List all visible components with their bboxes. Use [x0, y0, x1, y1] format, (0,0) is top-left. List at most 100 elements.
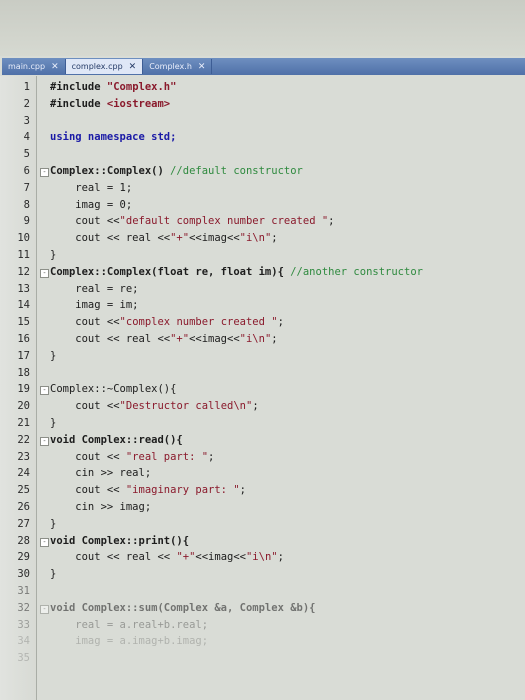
line-number: 6 — [23, 165, 30, 177]
code-line[interactable]: 29 cout << real << "+"<<imag<<"i\n"; — [0, 551, 525, 564]
code-token: } — [50, 349, 57, 362]
line-number: 10 — [17, 232, 30, 245]
line-number: 7 — [23, 181, 30, 194]
code-text: cout << real <<"+"<<imag<<"i\n"; — [50, 232, 278, 245]
code-token: cout << real << — [50, 232, 171, 245]
code-line[interactable]: 7 real = 1; — [0, 182, 525, 195]
line-number: 31 — [17, 585, 30, 597]
code-line[interactable]: 9 cout <<"default complex number created… — [0, 215, 525, 228]
code-line[interactable]: 33 real = a.real+b.real; — [0, 619, 525, 632]
code-line[interactable]: 28- void Complex::print(){ — [0, 535, 525, 548]
line-number: 34 — [17, 635, 30, 648]
code-token: ; — [271, 333, 278, 345]
code-text: cin >> imag; — [50, 501, 151, 514]
line-number: 27 — [17, 517, 30, 530]
code-line[interactable]: 30} — [0, 568, 525, 581]
code-line[interactable]: 19- Complex::~Complex(){ — [0, 383, 525, 396]
code-line[interactable]: 15 cout <<"complex number created "; — [0, 316, 525, 329]
code-text: } — [50, 518, 56, 531]
close-icon[interactable]: ✕ — [198, 62, 206, 72]
code-token: "Destructor called\n" — [119, 400, 253, 413]
code-text: cout << real <<"+"<<imag<<"i\n"; — [50, 333, 278, 346]
fold-toggle-icon[interactable]: - — [40, 537, 49, 547]
code-token: imag = im; — [50, 299, 139, 312]
line-number: 13 — [17, 282, 30, 295]
close-icon[interactable]: ✕ — [51, 62, 59, 72]
code-line[interactable]: 1 #include "Complex.h" — [0, 81, 525, 94]
code-line[interactable]: 31 — [0, 585, 525, 598]
code-line[interactable]: 18 — [0, 367, 525, 380]
code-line[interactable]: 27} — [0, 518, 525, 531]
code-text: } — [50, 417, 56, 430]
tab-main-cpp[interactable]: main.cpp ✕ — [2, 59, 66, 74]
code-line[interactable]: 12- Complex::Complex(float re, float im){… — [0, 266, 525, 279]
code-token: #include — [50, 97, 107, 110]
code-line[interactable]: 5 — [0, 148, 525, 161]
code-text: } — [50, 350, 56, 363]
code-token: "Complex.h" — [106, 81, 177, 93]
code-token: } — [50, 517, 57, 530]
line-number: 19 — [17, 383, 30, 396]
code-token: Complex::Complex() — [50, 165, 171, 177]
code-line[interactable]: 23 cout << "real part: "; — [0, 451, 525, 464]
line-number: 3 — [23, 114, 30, 127]
code-token: } — [50, 568, 57, 581]
code-text: #include "Complex.h" — [50, 81, 176, 94]
code-text: Complex::~Complex(){ — [50, 383, 176, 396]
line-number: 28 — [17, 534, 30, 547]
code-token: ; — [328, 215, 335, 228]
code-token: "real part: " — [125, 450, 209, 463]
code-text: real = a.real+b.real; — [50, 619, 208, 632]
code-token: ; — [271, 232, 278, 245]
code-token: real = re; — [50, 282, 139, 295]
code-line[interactable]: 26 cin >> imag; — [0, 501, 525, 514]
code-line[interactable]: 25 cout << "imaginary part: "; — [0, 484, 525, 497]
code-line[interactable]: 13 real = re; — [0, 283, 525, 296]
line-number: 20 — [17, 400, 30, 413]
code-token: "i\n" — [239, 333, 272, 345]
code-text: cin >> real; — [50, 467, 151, 480]
code-token: imag = 0; — [50, 198, 133, 211]
line-number: 30 — [17, 568, 30, 581]
code-line[interactable]: 8 imag = 0; — [0, 199, 525, 212]
fold-toggle-icon[interactable]: - — [40, 436, 49, 446]
close-icon[interactable]: ✕ — [129, 62, 137, 72]
code-token: cout << — [50, 316, 120, 329]
code-line[interactable]: 11} — [0, 249, 525, 262]
code-line[interactable]: 14 imag = im; — [0, 299, 525, 312]
code-line[interactable]: 24 cin >> real; — [0, 467, 525, 480]
tab-label: complex.cpp — [71, 62, 123, 71]
code-line[interactable]: 21} — [0, 417, 525, 430]
code-line[interactable]: 22- void Complex::read(){ — [0, 434, 525, 447]
fold-toggle-icon[interactable]: - — [40, 268, 49, 278]
code-line[interactable]: 35 — [0, 652, 525, 665]
tab-complex-cpp[interactable]: complex.cpp ✕ — [65, 59, 144, 74]
fold-toggle-icon[interactable]: - — [40, 168, 49, 177]
code-line[interactable]: 3 — [0, 115, 525, 128]
code-line[interactable]: 16 cout << real <<"+"<<imag<<"i\n"; — [0, 333, 525, 346]
line-number: 11 — [17, 249, 30, 261]
code-line[interactable]: 32- void Complex::sum(Complex &a, Complex… — [0, 602, 525, 615]
code-editor[interactable]: 1 #include "Complex.h" 2 #include <iostream… — [0, 76, 525, 700]
code-line[interactable]: 6 - Complex::Complex() //default construct… — [0, 165, 525, 178]
fold-toggle-icon[interactable]: - — [40, 386, 49, 396]
tab-complex-h[interactable]: Complex.h ✕ — [143, 59, 213, 74]
line-number: 35 — [17, 652, 30, 665]
code-text: imag = im; — [50, 299, 139, 312]
screen-top-band — [0, 0, 525, 56]
code-line[interactable]: 2 #include <iostream> — [0, 98, 525, 111]
code-line[interactable]: 10 cout << real <<"+"<<imag<<"i\n"; — [0, 232, 525, 245]
line-number: 15 — [17, 316, 30, 329]
code-line[interactable]: 4 using namespace std; — [0, 131, 525, 144]
code-token: #include — [50, 81, 107, 93]
code-line[interactable]: 34 imag = a.imag+b.imag; — [0, 635, 525, 648]
fold-toggle-icon[interactable]: - — [40, 604, 49, 614]
editor-tab-bar: main.cpp ✕ complex.cpp ✕ Complex.h ✕ — [2, 58, 525, 75]
code-line[interactable]: 17} — [0, 350, 525, 363]
code-token: "+" — [170, 232, 190, 245]
code-token: "imaginary part: " — [125, 484, 240, 497]
code-token: ; — [208, 450, 215, 463]
code-text: cout <<"Destructor called\n"; — [50, 400, 258, 413]
code-line[interactable]: 20 cout <<"Destructor called\n"; — [0, 400, 525, 413]
line-number: 1 — [23, 81, 30, 93]
